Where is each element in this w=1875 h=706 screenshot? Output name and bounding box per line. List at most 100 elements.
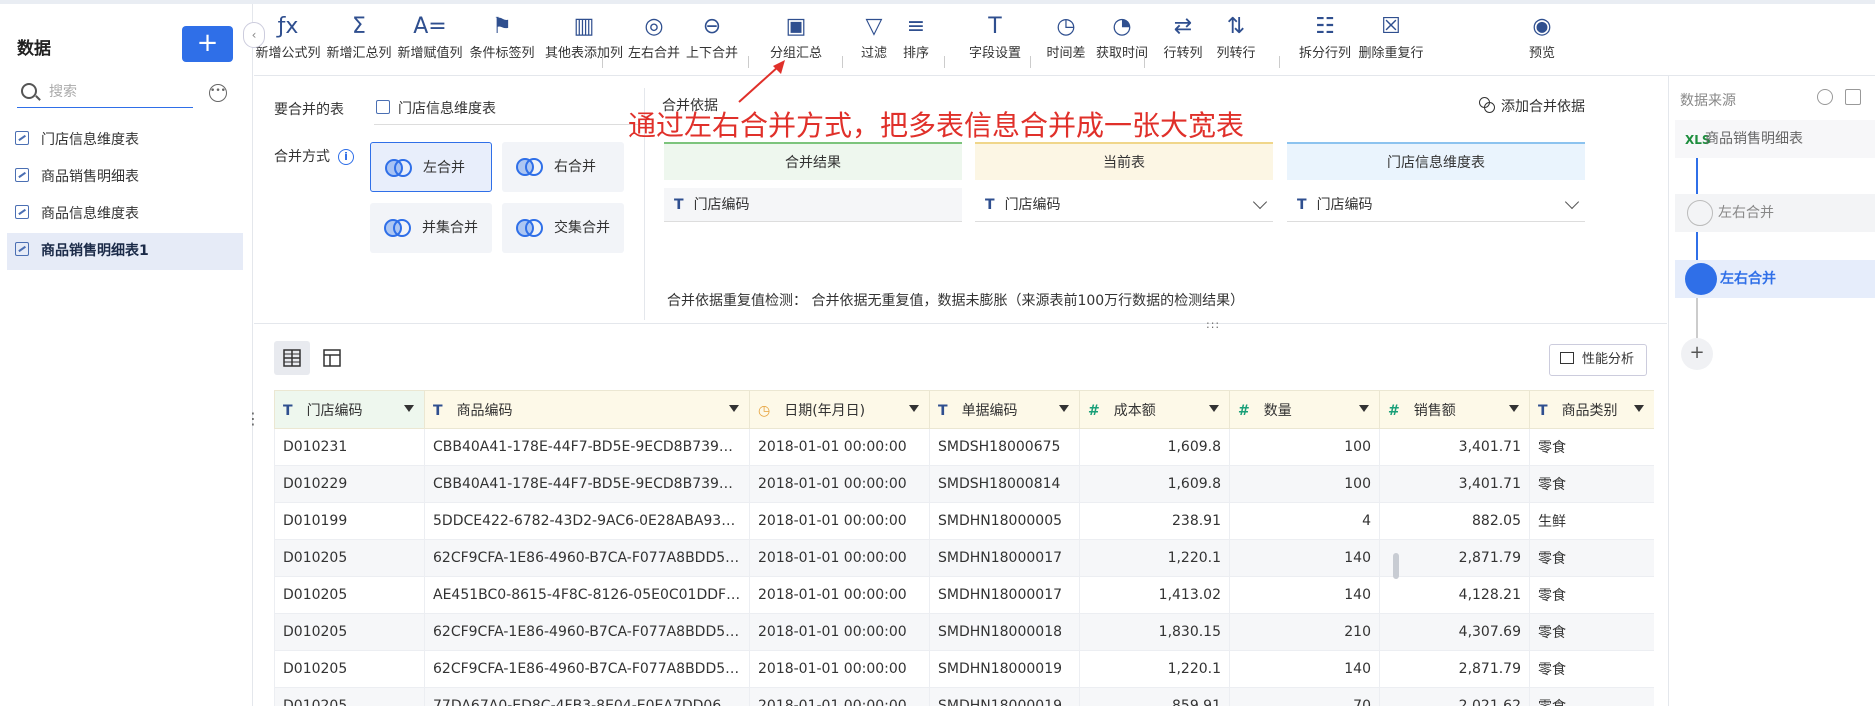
- toolbar-button-14[interactable]: ⇅ 列转行: [1211, 10, 1261, 64]
- toolbar-button-13[interactable]: ⇄ 行转列: [1158, 10, 1208, 64]
- source-node-label: 商品销售明细表: [1705, 131, 1803, 147]
- sidebar-item-product-dim[interactable]: 商品信息维度表: [7, 196, 243, 233]
- toolbar-button-6[interactable]: ⊖ 上下合并: [682, 10, 742, 64]
- table-cell: D010205: [274, 650, 425, 688]
- toolbar-button-5[interactable]: ◎ 左右合并: [624, 10, 684, 64]
- column-header[interactable]: T 门店编码: [274, 390, 425, 429]
- layout-view-button[interactable]: [314, 341, 350, 375]
- table-cell: SMDHN18000019: [929, 687, 1080, 706]
- union-merge-option[interactable]: 并集合并: [370, 203, 492, 253]
- toolbar-label: 预览: [1528, 46, 1555, 61]
- performance-analysis-button[interactable]: 性能分析: [1548, 344, 1647, 376]
- store-dim-table-header: 门店信息维度表: [1287, 142, 1585, 180]
- scrollbar[interactable]: [1393, 553, 1399, 579]
- toolbar-button-11[interactable]: ◷ 时间差: [1044, 10, 1088, 64]
- merge-table-label: 要合并的表: [274, 102, 344, 118]
- column-header[interactable]: # 成本额: [1079, 390, 1230, 429]
- add-step-button[interactable]: +: [1681, 338, 1713, 370]
- toolbar-icon: ☒: [1381, 14, 1401, 39]
- merge-table-select[interactable]: 门店信息维度表: [374, 95, 639, 125]
- table-cell: SMDSH18000814: [929, 465, 1080, 503]
- toolbar-button-1[interactable]: Σ 新增汇总列: [324, 10, 394, 64]
- toolbar-icon: ≡: [906, 14, 926, 39]
- search-box[interactable]: [17, 78, 193, 108]
- table-cell: 62CF9CFA-1E86-4960-B7CA-F077A8BDD5…: [424, 613, 750, 651]
- add-table-button[interactable]: +: [182, 26, 233, 62]
- caret-down-icon[interactable]: [729, 405, 739, 412]
- table-cell: 140: [1229, 576, 1380, 614]
- table-list: 门店信息维度表 商品销售明细表 商品信息维度表 商品销售明细表1: [7, 122, 243, 270]
- column-header[interactable]: # 数量: [1229, 390, 1380, 429]
- column-header[interactable]: T 单据编码: [929, 390, 1080, 429]
- grid-view-button[interactable]: [274, 341, 310, 375]
- current-table-field-select[interactable]: T 门店编码: [975, 188, 1273, 222]
- store-dim-field-select[interactable]: T 门店编码: [1287, 188, 1585, 222]
- table-cell: D010205: [274, 687, 425, 706]
- toolbar-label: 新增汇总列: [326, 46, 392, 61]
- table-row: D010205 62CF9CFA-1E86-4960-B7CA-F077A8BDD…: [274, 650, 1654, 688]
- caret-down-icon[interactable]: [1509, 405, 1519, 412]
- search-input[interactable]: [49, 80, 189, 104]
- sidebar-item-sales-detail-1[interactable]: 商品销售明细表1: [7, 233, 243, 270]
- caret-down-icon[interactable]: [404, 405, 414, 412]
- toolbar-button-3[interactable]: ⚑ 条件标签列: [466, 10, 538, 64]
- column-header-label: 数量: [1263, 402, 1292, 419]
- table-cell: 2018-01-01 00:00:00: [749, 650, 930, 688]
- flow-line: [1696, 298, 1698, 338]
- table-cell: 62CF9CFA-1E86-4960-B7CA-F077A8BDD5…: [424, 650, 750, 688]
- intersect-merge-option[interactable]: 交集合并: [502, 203, 624, 253]
- method-label: 并集合并: [422, 220, 478, 236]
- annotation-text: 通过左右合并方式，把多表信息合并成一张大宽表: [628, 109, 1245, 142]
- link-icon: [1479, 97, 1495, 113]
- merge-step-node-2[interactable]: 左右合并: [1675, 260, 1875, 298]
- field-type-icon: #: [1238, 402, 1250, 419]
- table-cell: 4: [1229, 502, 1380, 540]
- table-cell: 零食: [1529, 613, 1654, 651]
- data-source-panel: 数据来源 XLS 商品销售明细表 左右合并 左右合并 +: [1668, 76, 1875, 706]
- column-header[interactable]: # 销售额: [1379, 390, 1530, 429]
- column-header[interactable]: T 商品类别: [1529, 390, 1654, 429]
- source-node[interactable]: XLS 商品销售明细表: [1675, 120, 1875, 158]
- more-options-icon[interactable]: •••: [209, 84, 227, 102]
- toolbar-icon: ◔: [1112, 14, 1132, 39]
- caret-down-icon[interactable]: [1209, 405, 1219, 412]
- toolbar-button-8[interactable]: ▽ 过滤: [854, 10, 894, 64]
- caret-down-icon[interactable]: [1359, 405, 1369, 412]
- sidebar-item-label: 门店信息维度表: [41, 132, 139, 148]
- collapse-sidebar-icon[interactable]: ‹: [243, 22, 265, 48]
- column-header-label: 日期(年月日): [784, 402, 866, 419]
- column-header[interactable]: ◷ 日期(年月日): [749, 390, 930, 429]
- column-header[interactable]: T 商品编码: [424, 390, 750, 429]
- upload-icon[interactable]: [1817, 89, 1833, 105]
- toolbar-button-2[interactable]: A= 新增赋值列: [395, 10, 465, 64]
- merge-step-node-1[interactable]: 左右合并: [1675, 194, 1875, 232]
- left-merge-option[interactable]: 左合并: [370, 142, 492, 192]
- right-merge-option[interactable]: 右合并: [502, 142, 624, 192]
- chart-table-icon: [15, 168, 29, 182]
- toolbar-label: 时间差: [1046, 46, 1086, 61]
- toolbar-button-15[interactable]: ☷ 拆分行列: [1293, 10, 1357, 64]
- sidebar-item-sales-detail[interactable]: 商品销售明细表: [7, 159, 243, 196]
- caret-down-icon[interactable]: [1059, 405, 1069, 412]
- add-merge-basis-button[interactable]: 添加合并依据: [1479, 96, 1585, 116]
- caret-down-icon[interactable]: [909, 405, 919, 412]
- caret-down-icon[interactable]: [1634, 405, 1644, 412]
- toolbar-label: 列转行: [1216, 46, 1256, 61]
- toolbar-button-9[interactable]: ≡ 排序: [896, 10, 936, 64]
- info-icon[interactable]: i: [338, 149, 354, 165]
- column-header-label: 成本额: [1113, 402, 1156, 419]
- toolbar-icon: ☷: [1315, 14, 1335, 39]
- toolbar-button-16[interactable]: ☒ 删除重复行: [1351, 10, 1431, 64]
- toolbar-label: 上下合并: [685, 46, 738, 61]
- toolbar-button-7[interactable]: ▣ 分组汇总: [766, 10, 826, 64]
- table-cell: D010199: [274, 502, 425, 540]
- toolbar-button-10[interactable]: T 字段设置: [959, 10, 1031, 64]
- toolbar-button-17[interactable]: ◉ 预览: [1522, 10, 1562, 64]
- column-header-label: 门店编码: [306, 402, 363, 419]
- toolbar-icon: ◷: [1056, 14, 1076, 39]
- toolbar-button-4[interactable]: ▥ 其他表添加列: [539, 10, 629, 64]
- table-row: D010205 62CF9CFA-1E86-4960-B7CA-F077A8BDD…: [274, 539, 1654, 577]
- sidebar-item-store-dim[interactable]: 门店信息维度表: [7, 122, 243, 159]
- layout-switch-icon[interactable]: [1845, 89, 1861, 105]
- field-type-icon: #: [1388, 402, 1400, 419]
